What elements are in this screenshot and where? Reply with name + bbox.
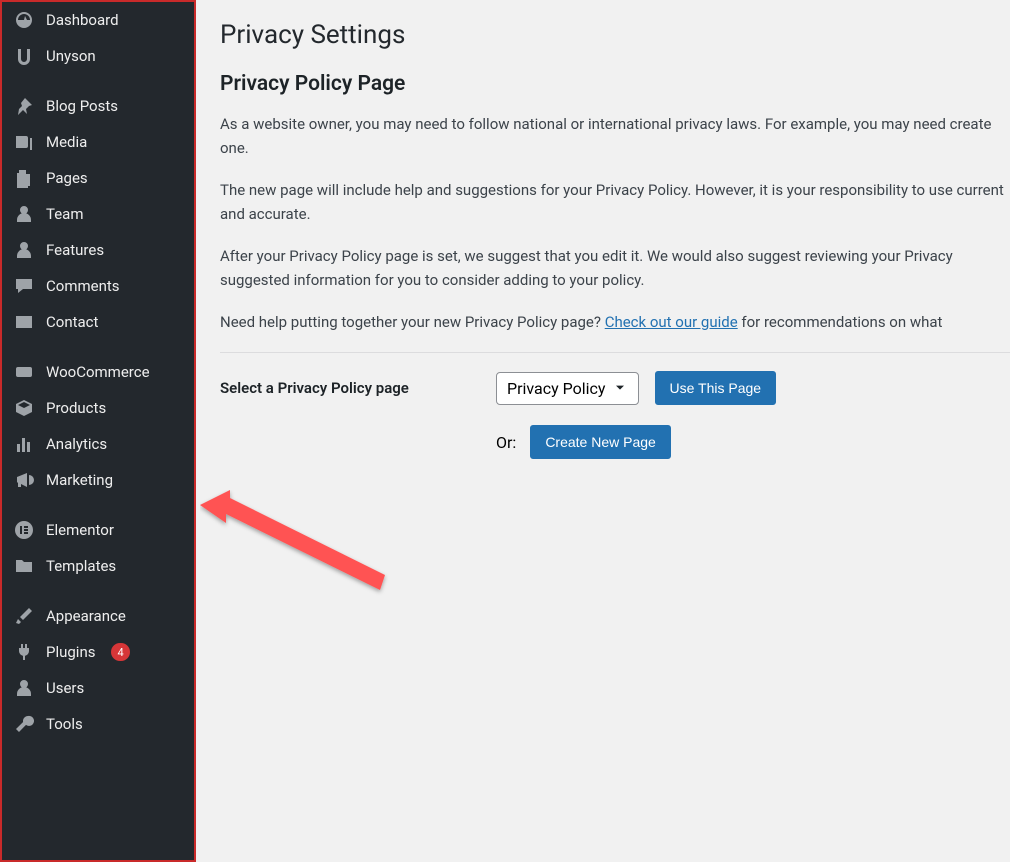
- sidebar-item-label: Templates: [46, 557, 116, 575]
- description-paragraph: As a website owner, you may need to foll…: [220, 112, 1010, 160]
- person-icon: [14, 678, 34, 698]
- sidebar-spacer: [2, 584, 194, 598]
- sidebar-item-templates[interactable]: Templates: [2, 548, 194, 584]
- privacy-page-select[interactable]: Privacy Policy: [496, 372, 639, 405]
- sidebar-item-media[interactable]: Media: [2, 124, 194, 160]
- select-value: Privacy Policy: [507, 379, 606, 398]
- select-row: Select a Privacy Policy page Privacy Pol…: [220, 371, 1010, 405]
- help-text: Need help putting together your new Priv…: [220, 313, 605, 331]
- sidebar-item-unyson[interactable]: Unyson: [2, 38, 194, 74]
- update-badge: 4: [111, 643, 129, 661]
- sidebar-item-label: Pages: [46, 169, 88, 187]
- analytics-icon: [14, 434, 34, 454]
- elementor-icon: [14, 520, 34, 540]
- help-text: for recommendations on what: [738, 313, 943, 331]
- wrench-icon: [14, 714, 34, 734]
- select-label: Select a Privacy Policy page: [220, 379, 480, 397]
- use-this-page-button[interactable]: Use This Page: [655, 371, 777, 405]
- sidebar-item-label: Unyson: [46, 47, 96, 65]
- sidebar-item-features[interactable]: Features: [2, 232, 194, 268]
- page-title: Privacy Settings: [220, 20, 1010, 50]
- unyson-icon: [14, 46, 34, 66]
- sidebar-item-products[interactable]: Products: [2, 390, 194, 426]
- comment-icon: [14, 276, 34, 296]
- sidebar-item-users[interactable]: Users: [2, 670, 194, 706]
- description-paragraph: Need help putting together your new Priv…: [220, 310, 1010, 334]
- admin-sidebar: Dashboard Unyson Blog Posts Media Pages Team F…: [0, 0, 196, 862]
- person-icon: [14, 240, 34, 260]
- sidebar-item-contact[interactable]: Contact: [2, 304, 194, 340]
- divider: [220, 352, 1010, 353]
- sidebar-spacer: [2, 340, 194, 354]
- sidebar-item-label: Appearance: [46, 607, 126, 625]
- main-content: Privacy Settings Privacy Policy Page As …: [196, 0, 1010, 862]
- sidebar-item-label: Team: [46, 205, 84, 223]
- person-icon: [14, 204, 34, 224]
- sidebar-item-team[interactable]: Team: [2, 196, 194, 232]
- or-label: Or:: [496, 433, 516, 452]
- sidebar-item-blog-posts[interactable]: Blog Posts: [2, 88, 194, 124]
- sidebar-item-dashboard[interactable]: Dashboard: [2, 2, 194, 38]
- sidebar-item-analytics[interactable]: Analytics: [2, 426, 194, 462]
- sidebar-item-plugins[interactable]: Plugins 4: [2, 634, 194, 670]
- sidebar-item-marketing[interactable]: Marketing: [2, 462, 194, 498]
- sidebar-item-label: Features: [46, 241, 104, 259]
- megaphone-icon: [14, 470, 34, 490]
- sidebar-item-label: Plugins: [46, 643, 95, 661]
- sidebar-item-appearance[interactable]: Appearance: [2, 598, 194, 634]
- sidebar-spacer: [2, 498, 194, 512]
- sidebar-item-label: Users: [46, 679, 84, 697]
- media-icon: [14, 132, 34, 152]
- sidebar-item-label: Elementor: [46, 521, 114, 539]
- description-paragraph: The new page will include help and sugge…: [220, 178, 1010, 226]
- create-new-page-button[interactable]: Create New Page: [530, 425, 671, 459]
- pages-icon: [14, 168, 34, 188]
- mail-icon: [14, 312, 34, 332]
- chevron-down-icon: [612, 380, 628, 396]
- folder-icon: [14, 556, 34, 576]
- sidebar-item-label: Media: [46, 133, 87, 151]
- pin-icon: [14, 96, 34, 116]
- sidebar-item-pages[interactable]: Pages: [2, 160, 194, 196]
- sidebar-item-label: Dashboard: [46, 11, 119, 29]
- description-paragraph: After your Privacy Policy page is set, w…: [220, 244, 1010, 292]
- sidebar-item-label: Contact: [46, 313, 98, 331]
- sidebar-item-comments[interactable]: Comments: [2, 268, 194, 304]
- brush-icon: [14, 606, 34, 626]
- sidebar-item-elementor[interactable]: Elementor: [2, 512, 194, 548]
- sidebar-item-tools[interactable]: Tools: [2, 706, 194, 742]
- sidebar-item-label: Blog Posts: [46, 97, 118, 115]
- sidebar-item-label: Analytics: [46, 435, 107, 453]
- sidebar-item-label: Marketing: [46, 471, 113, 489]
- guide-link[interactable]: Check out our guide: [605, 313, 738, 331]
- sidebar-item-label: WooCommerce: [46, 363, 150, 381]
- plugin-icon: [14, 642, 34, 662]
- sidebar-item-label: Comments: [46, 277, 120, 295]
- sidebar-item-label: Tools: [46, 715, 83, 733]
- sidebar-spacer: [2, 74, 194, 88]
- sidebar-item-woocommerce[interactable]: WooCommerce: [2, 354, 194, 390]
- product-icon: [14, 398, 34, 418]
- dashboard-icon: [14, 10, 34, 30]
- section-heading: Privacy Policy Page: [220, 72, 1010, 96]
- or-row: Or: Create New Page: [480, 425, 1010, 459]
- sidebar-item-label: Products: [46, 399, 106, 417]
- woo-icon: [14, 362, 34, 382]
